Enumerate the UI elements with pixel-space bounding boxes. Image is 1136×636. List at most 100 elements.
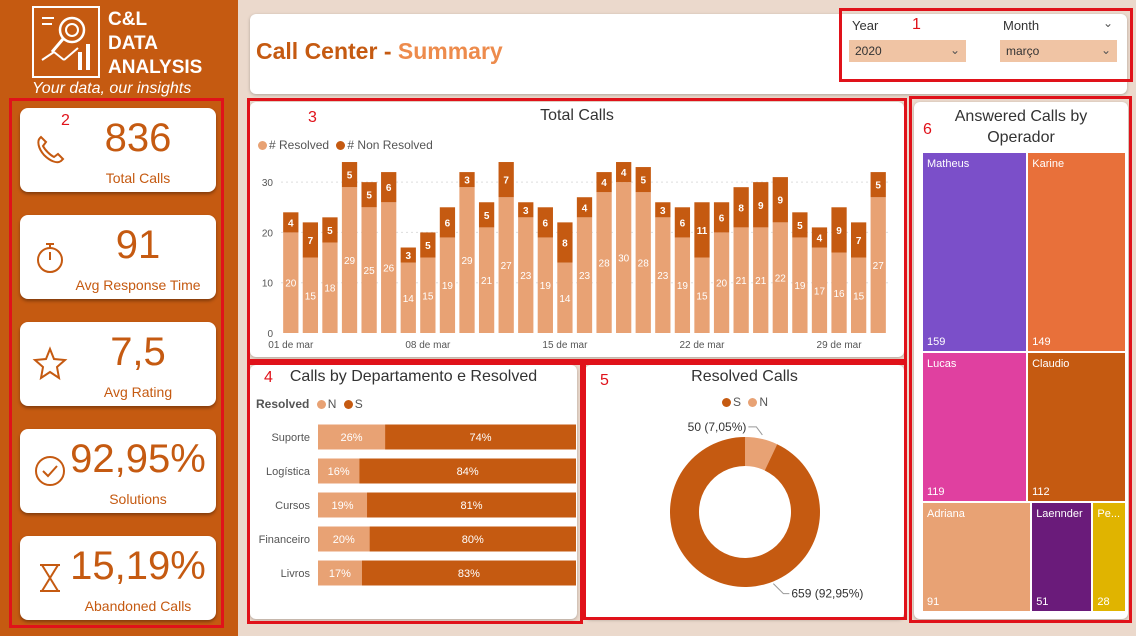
marker-5: 5: [600, 372, 609, 389]
data-label-resolved: 27: [501, 261, 513, 272]
data-label-non-resolved: 4: [601, 178, 607, 189]
marker-1: 1: [912, 16, 921, 33]
data-label-resolved: 16: [833, 289, 845, 300]
data-label: 81%: [460, 500, 482, 512]
marker-3: 3: [308, 109, 317, 126]
treemap-cell[interactable]: Pe... 28: [1093, 502, 1125, 611]
chart-title: Answered Calls by Operador: [954, 108, 1088, 146]
x-tick-label: 22 de mar: [679, 340, 725, 351]
y-tick-label: 10: [262, 279, 274, 290]
data-label-non-resolved: 6: [719, 213, 725, 224]
total-calls-chart: 0 10 20 30 20 4 15 7 18 5 29 5 25 5 26 6 14 3 15 5 19 6 29 3 21 5…: [262, 162, 888, 351]
data-label-non-resolved: 3: [660, 206, 666, 217]
operator-card: Answered Calls by Operador Matheus 159 Kar…: [914, 102, 1128, 619]
treemap-cell[interactable]: Claudio 112: [1028, 352, 1125, 501]
data-label-resolved: 23: [657, 271, 669, 282]
data-label-non-resolved: 3: [523, 206, 529, 217]
data-label-resolved: 29: [344, 256, 356, 267]
treemap-value: 149: [1032, 335, 1051, 348]
data-label-resolved: 23: [579, 271, 591, 282]
data-label-non-resolved: 5: [425, 241, 431, 252]
treemap-label: Lucas: [927, 357, 957, 370]
data-label-resolved: 21: [755, 276, 767, 287]
treemap-value: 159: [927, 335, 946, 348]
treemap-cell[interactable]: Laennder 51: [1032, 502, 1092, 611]
data-label-resolved: 29: [461, 256, 473, 267]
kpi-value: 15,19%: [70, 544, 206, 588]
treemap-cell[interactable]: Matheus 159: [923, 153, 1027, 351]
data-label-resolved: 26: [383, 264, 395, 275]
data-label-non-resolved: 4: [582, 203, 588, 214]
data-label-resolved: 18: [324, 284, 336, 295]
kpi-card-abandoned-calls: 15,19% Abandoned Calls: [20, 536, 216, 620]
total-calls-card: Total Calls # Resolved # Non Resolved 01…: [250, 102, 904, 357]
data-label: 83%: [458, 568, 480, 580]
marker-6: 6: [923, 121, 932, 138]
kpi-value: 91: [115, 223, 161, 267]
y-tick-label: 30: [262, 178, 274, 189]
data-label-non-resolved: 9: [836, 226, 842, 237]
data-label-non-resolved: 8: [738, 203, 744, 214]
data-label-resolved: 30: [618, 254, 630, 265]
treemap-cell[interactable]: Lucas 119: [923, 352, 1027, 501]
treemap-cell[interactable]: Adriana 91: [923, 502, 1031, 611]
data-label-resolved: 15: [853, 291, 865, 302]
y-tick-label: Financeiro: [259, 534, 310, 546]
treemap-label: Adriana: [927, 507, 965, 520]
data-label-non-resolved: 5: [640, 176, 646, 187]
kpi-label: Solutions: [109, 491, 167, 507]
data-label-resolved: 21: [736, 276, 748, 287]
data-label-non-resolved: 3: [464, 176, 470, 187]
data-label-non-resolved: 5: [327, 226, 333, 237]
data-label-non-resolved: 4: [817, 233, 823, 244]
y-tick-label: Livros: [281, 568, 311, 580]
data-label-resolved: 15: [422, 291, 434, 302]
kpi-value: 7,5: [110, 330, 166, 374]
month-value: março: [1006, 44, 1040, 58]
kpi-card-avg-rating: 7,5 Avg Rating: [20, 322, 216, 406]
treemap-value: 112: [1032, 485, 1050, 498]
treemap-label: Laennder: [1036, 507, 1083, 520]
data-label-non-resolved: 4: [288, 218, 294, 229]
resolved-donut-chart: 50 (7,05%) 659 (92,95%): [670, 420, 863, 601]
data-label-non-resolved: 6: [543, 218, 549, 229]
x-tick-label: 08 de mar: [405, 340, 451, 351]
sidebar: C&L DATA ANALYSIS Your data, our insight…: [0, 0, 238, 636]
data-label: 659 (92,95%): [791, 587, 863, 601]
chevron-down-icon[interactable]: ⌄: [1103, 16, 1121, 30]
operator-treemap: Matheus 159 Karine 149 Lucas 119 Claudio 112 Adr…: [922, 152, 1126, 612]
treemap-value: 91: [927, 595, 940, 608]
department-card: Calls by Departamento e Resolved Resolve…: [250, 365, 577, 619]
department-chart: Suporte 26% 74% Logística 16% 84% Cursos 19% 81%…: [259, 424, 576, 586]
data-label-resolved: 21: [481, 276, 493, 287]
data-label-non-resolved: 5: [797, 221, 803, 232]
kpi-label: Abandoned Calls: [84, 598, 192, 614]
y-tick-label: Suporte: [271, 432, 310, 444]
data-label: 84%: [457, 466, 479, 478]
month-label: Month: [1003, 18, 1040, 33]
data-label-resolved: 14: [403, 294, 415, 305]
brand-tagline: Your data, our insights: [32, 80, 192, 97]
data-label: 80%: [462, 534, 484, 546]
leader-line: [772, 583, 790, 595]
data-label-non-resolved: 3: [405, 251, 411, 262]
data-label-resolved: 28: [638, 259, 650, 270]
month-select[interactable]: março ⌄: [1000, 40, 1117, 62]
data-label-resolved: 25: [364, 266, 376, 277]
data-label: 16%: [328, 466, 350, 478]
year-select[interactable]: 2020 ⌄: [849, 40, 966, 62]
treemap-value: 119: [927, 485, 945, 498]
treemap-value: 51: [1036, 595, 1049, 608]
data-label-non-resolved: 5: [875, 181, 881, 192]
kpi-label: Total Calls: [105, 170, 171, 186]
kpi-label: Avg Response Time: [75, 277, 201, 293]
data-label-non-resolved: 6: [386, 183, 392, 194]
data-label-non-resolved: 11: [697, 226, 708, 237]
treemap-cell[interactable]: Karine 149: [1028, 153, 1125, 351]
data-label-non-resolved: 5: [484, 211, 490, 222]
data-label-non-resolved: 8: [562, 238, 568, 249]
leader-line: [748, 426, 763, 436]
data-label-non-resolved: 7: [503, 176, 509, 187]
data-label: 26%: [341, 432, 363, 444]
resolved-calls-card: Resolved Calls S N 50 (7,05%) 659 (92,95%…: [585, 365, 904, 619]
